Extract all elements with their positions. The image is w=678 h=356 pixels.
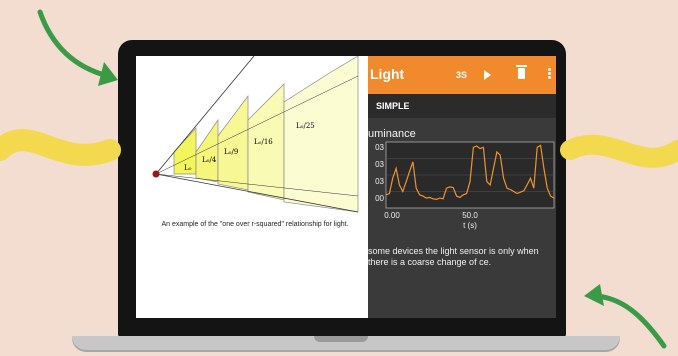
light-source-dot [152,170,160,178]
timer-button[interactable]: 3S [456,70,467,80]
app-title: Light [370,66,405,82]
x-tick-label: 50.0 [462,211,478,220]
y-tick-label: 03 [375,143,384,152]
inverse-square-diagram: L₀ L₀/4 L₀/9 L₀/16 L₀/25 [152,56,359,213]
phyphox-app-panel: Light 3S SIMPLE uminance 03 03 03 00 0.00 50… [368,56,556,318]
illuminance-chart: 03 03 03 00 0.00 50.0 t (s) [375,141,555,230]
y-tick-label: 03 [375,177,384,186]
label-1: L₀ [184,164,192,172]
figure-caption: An example of the "one over r-squared" r… [161,221,349,228]
x-axis-label: t (s) [463,221,477,230]
yellow-swirl-right [560,134,678,168]
label-2: L₀/4 [202,156,217,164]
y-tick-label: 03 [375,160,384,169]
yellow-swirl-left [0,129,121,166]
tab-simple[interactable]: SIMPLE [376,101,410,111]
green-arrow-top-left [37,9,111,79]
more-menu-icon[interactable] [548,68,551,80]
section-title: uminance [368,128,416,140]
laptop-notch [314,336,368,342]
app-header: Light 3S [368,56,556,94]
label-5: L₀/25 [296,122,315,130]
trash-icon[interactable] [516,65,527,79]
laptop-screen: L₀ L₀/4 L₀/9 L₀/16 L₀/25 An example of t… [136,56,556,318]
inverse-square-figure: L₀ L₀/4 L₀/9 L₀/16 L₀/25 An example of t… [136,56,368,318]
y-tick-label: 00 [375,194,384,203]
label-3: L₀/9 [224,148,238,156]
info-note: some devices the light sensor is only wh… [368,246,539,267]
arrow-head-top-left [98,62,118,86]
x-tick-label: 0.00 [384,211,400,220]
arrow-head-bottom-right [584,284,604,306]
play-icon[interactable] [484,70,491,80]
label-4: L₀/16 [254,138,273,146]
tab-bar: SIMPLE [368,94,556,118]
